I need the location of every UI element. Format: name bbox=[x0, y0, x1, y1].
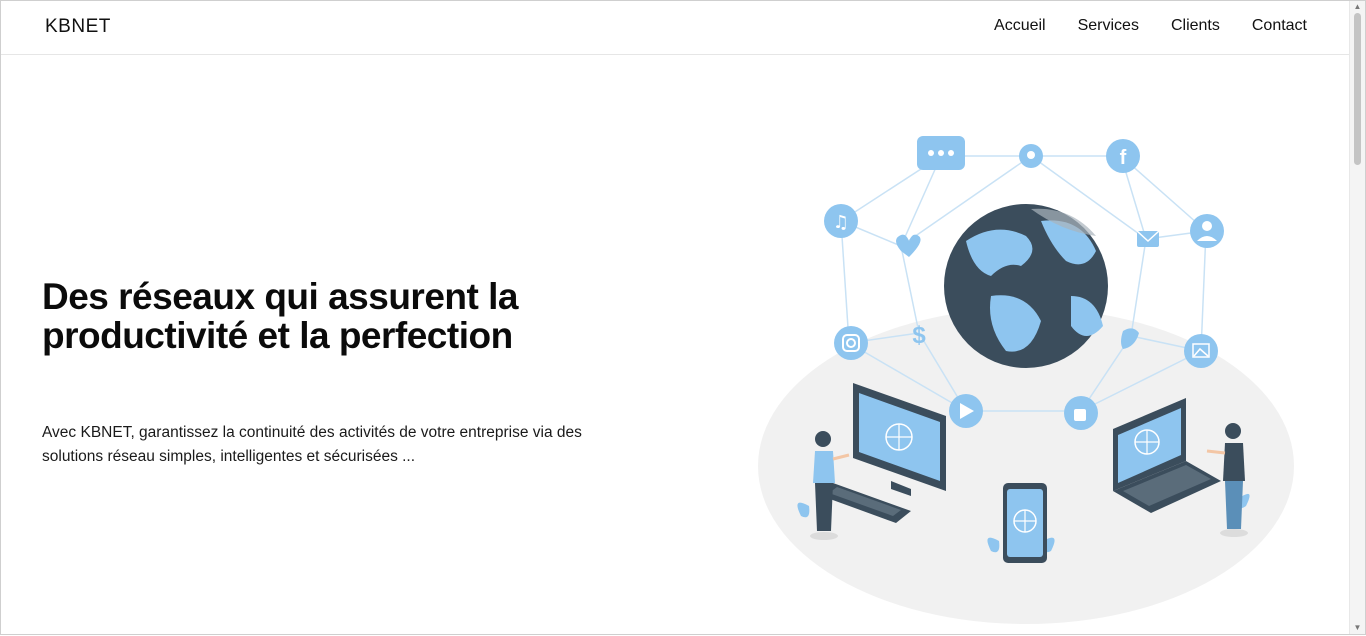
chat-bubble-icon bbox=[917, 136, 965, 170]
scrollbar-thumb[interactable] bbox=[1354, 13, 1361, 165]
nav-link-contact[interactable]: Contact bbox=[1252, 17, 1307, 35]
image-icon bbox=[1184, 334, 1218, 368]
svg-text:$: $ bbox=[912, 322, 926, 349]
nav-link-services[interactable]: Services bbox=[1078, 17, 1139, 35]
user-icon bbox=[1190, 214, 1224, 248]
network-illustration-svg: f ♫ $ bbox=[758, 136, 1294, 624]
hero-description: Avec KBNET, garantissez la continuité de… bbox=[42, 424, 582, 465]
music-note-icon: ♫ bbox=[824, 204, 858, 238]
smartphone-icon bbox=[1003, 483, 1047, 563]
navbar: KBNET Accueil Services Clients Contact bbox=[1, 1, 1351, 55]
nav-link-clients[interactable]: Clients bbox=[1171, 17, 1220, 35]
page-scrollbar[interactable]: ▲ ▼ bbox=[1349, 1, 1365, 634]
scroll-up-icon[interactable]: ▲ bbox=[1353, 3, 1362, 11]
network-illustration: f ♫ $ bbox=[741, 111, 1311, 631]
hero-title: Des réseaux qui assurent la productivité… bbox=[42, 276, 518, 356]
facebook-icon: f bbox=[1106, 139, 1140, 173]
location-pin-icon bbox=[1019, 144, 1043, 168]
globe-icon bbox=[944, 204, 1108, 368]
play-icon bbox=[949, 394, 983, 428]
svg-text:f: f bbox=[1120, 147, 1127, 169]
nav-links: Accueil Services Clients Contact bbox=[994, 17, 1307, 35]
dollar-icon: $ bbox=[912, 322, 926, 349]
nav-link-accueil[interactable]: Accueil bbox=[994, 17, 1046, 35]
instagram-icon bbox=[834, 326, 868, 360]
mail-icon bbox=[1136, 230, 1160, 247]
heart-icon bbox=[896, 234, 921, 257]
svg-text:♫: ♫ bbox=[833, 212, 849, 233]
thumbs-up-icon bbox=[1064, 396, 1098, 430]
brand-logo[interactable]: KBNET bbox=[45, 16, 111, 38]
scroll-down-icon[interactable]: ▼ bbox=[1353, 624, 1362, 632]
